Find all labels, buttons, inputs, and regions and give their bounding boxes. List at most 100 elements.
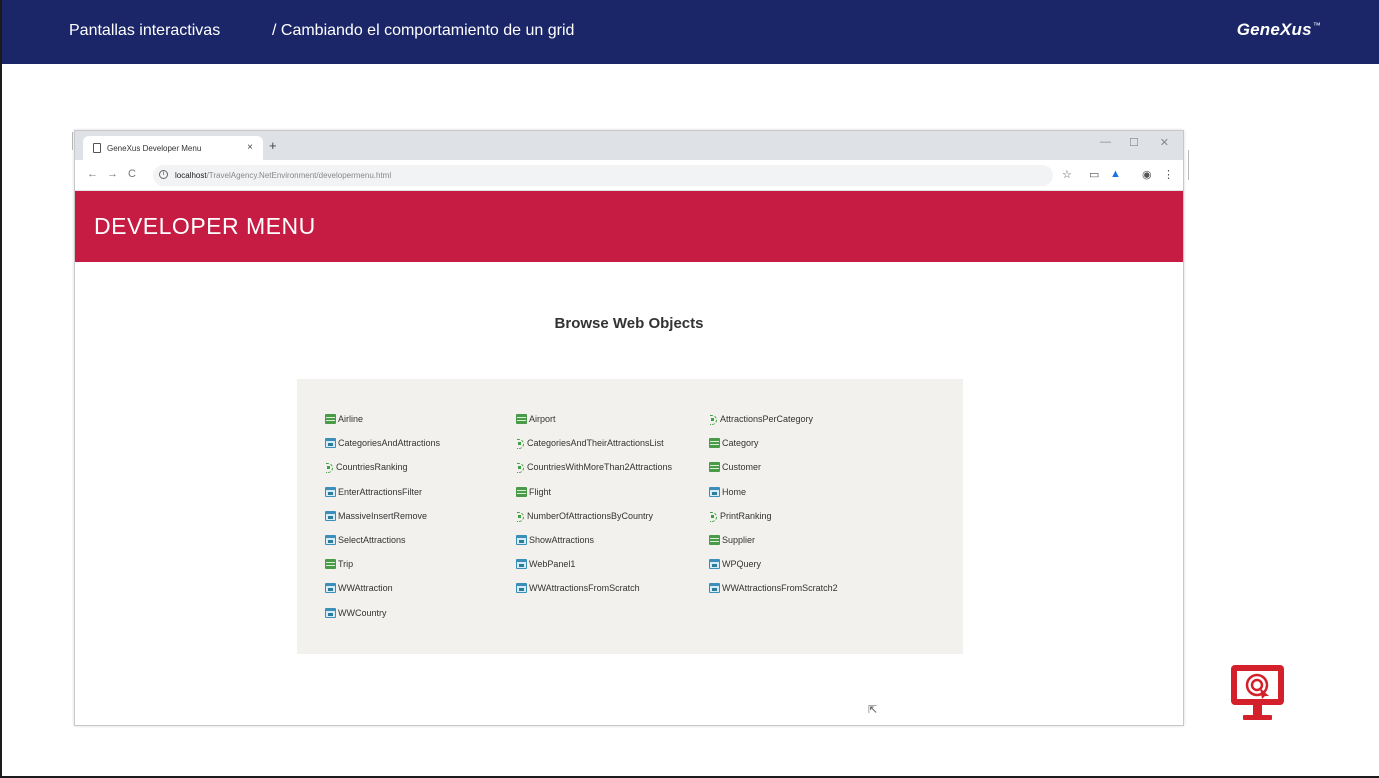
web-object-link[interactable]: Category xyxy=(709,438,759,452)
web-object-label: Supplier xyxy=(722,535,756,545)
menu-icon[interactable]: ⋮ xyxy=(1163,168,1174,181)
web-object-label: EnterAttractionsFilter xyxy=(338,486,423,497)
page-title: DEVELOPER MENU xyxy=(94,213,316,239)
web-object-label: WWAttractionsFromScratch xyxy=(529,583,640,594)
web-object-label: CategoriesAndAttractions xyxy=(338,438,441,449)
procedure-icon xyxy=(709,414,718,425)
mouse-cursor-icon: ⇱ xyxy=(868,704,878,716)
webpanel-icon xyxy=(709,559,720,570)
webpanel-icon xyxy=(325,607,336,618)
page-icon xyxy=(93,143,101,153)
web-object-label: AttractionsPerCategory xyxy=(720,414,814,424)
forward-icon[interactable]: → xyxy=(107,168,118,180)
webpanel-icon xyxy=(709,486,720,497)
web-object-link[interactable]: WWAttractionsFromScratch2 xyxy=(709,583,838,597)
web-object-label: Airline xyxy=(338,414,364,424)
toolbar: ← → C i localhost/TravelAgency.NetEnviro… xyxy=(75,160,1183,191)
interactive-screen-icon xyxy=(1231,665,1284,720)
web-object-link[interactable]: ShowAttractions xyxy=(516,535,594,549)
web-object-link[interactable]: Trip xyxy=(325,559,353,573)
web-object-link[interactable]: Supplier xyxy=(709,535,755,549)
transaction-icon xyxy=(516,486,527,497)
transaction-icon xyxy=(325,559,336,570)
web-object-link[interactable]: AttractionsPerCategory xyxy=(709,414,813,428)
webpanel-icon xyxy=(325,583,336,594)
web-object-link[interactable]: WPQuery xyxy=(709,559,761,573)
web-object-label: Home xyxy=(722,486,747,497)
slide-topic-title: / Cambiando el comportamiento de un grid xyxy=(272,22,575,39)
minimize-icon[interactable]: — xyxy=(1100,136,1111,148)
web-object-link[interactable]: Airline xyxy=(325,414,363,428)
url-host: localhost xyxy=(175,171,207,180)
web-object-link[interactable]: WebPanel1 xyxy=(516,559,575,573)
web-object-link[interactable]: Customer xyxy=(709,462,761,476)
slide: Pantallas interactivas / Cambiando el co… xyxy=(0,0,1379,778)
web-object-label: MassiveInsertRemove xyxy=(338,510,428,521)
web-object-link[interactable]: WWAttractionsFromScratch xyxy=(516,583,640,597)
web-object-link[interactable]: SelectAttractions xyxy=(325,535,406,549)
address-bar[interactable]: i localhost/TravelAgency.NetEnvironment/… xyxy=(153,165,1053,186)
web-object-label: WWCountry xyxy=(338,607,387,618)
bookmark-star-icon[interactable]: ☆ xyxy=(1062,168,1072,181)
maximize-icon[interactable]: ☐ xyxy=(1129,136,1139,149)
webpanel-icon xyxy=(325,486,336,497)
web-object-label: SelectAttractions xyxy=(338,535,406,545)
genexus-logo-text: GeneXus xyxy=(1236,20,1312,39)
new-tab-button[interactable]: + xyxy=(269,138,277,153)
transaction-icon xyxy=(516,414,527,424)
web-object-link[interactable]: CountriesRanking xyxy=(325,462,408,476)
web-object-link[interactable]: CategoriesAndAttractions xyxy=(325,438,440,452)
web-object-link[interactable]: MassiveInsertRemove xyxy=(325,510,428,525)
close-tab-icon[interactable]: × xyxy=(247,142,253,153)
web-object-link[interactable]: Airport xyxy=(516,414,556,428)
web-object-label: WWAttractionsFromScratch2 xyxy=(722,583,838,594)
procedure-icon xyxy=(516,511,525,522)
browser-tab[interactable]: GeneXus Developer Menu × xyxy=(83,136,263,160)
procedure-icon xyxy=(516,462,525,474)
web-object-link[interactable]: WWCountry xyxy=(325,607,387,622)
info-icon[interactable]: i xyxy=(159,170,168,179)
web-object-link[interactable]: Flight xyxy=(516,486,552,501)
web-object-link[interactable]: WWAttraction xyxy=(325,583,393,597)
web-object-label: CountriesWithMoreThan2Attractions xyxy=(527,462,673,473)
web-object-label: ShowAttractions xyxy=(529,535,595,545)
slide-header-bar: Pantallas interactivas / Cambiando el co… xyxy=(2,0,1379,64)
page-viewport: DEVELOPER MENU Browse Web Objects Airlin… xyxy=(75,191,1183,725)
web-object-link[interactable]: PrintRanking xyxy=(709,511,772,525)
transaction-icon xyxy=(709,438,720,449)
procedure-icon xyxy=(325,462,334,474)
slide-section-title: Pantallas interactivas xyxy=(69,22,221,39)
trademark-mark: ™ xyxy=(1312,21,1321,31)
web-object-label: CategoriesAndTheirAttractionsList xyxy=(527,438,664,449)
objects-panel: Airline Airport AttractionsPerCategory Cate… xyxy=(297,379,963,654)
webpanel-icon xyxy=(709,583,720,594)
webpanel-icon xyxy=(516,583,527,594)
web-object-label: WWAttraction xyxy=(338,583,393,594)
webpanel-icon xyxy=(516,559,527,570)
close-window-icon[interactable]: ✕ xyxy=(1160,136,1169,149)
back-icon[interactable]: ← xyxy=(87,168,98,180)
web-object-link[interactable]: NumberOfAttractionsByCountry xyxy=(516,511,653,525)
web-object-link[interactable]: EnterAttractionsFilter xyxy=(325,486,423,501)
developer-menu-header: DEVELOPER MENU xyxy=(75,191,1183,262)
cloud-extension-icon[interactable]: ▲ xyxy=(1110,168,1121,180)
cast-icon[interactable]: ▭ xyxy=(1089,168,1099,181)
url-path: /TravelAgency.NetEnvironment/developerme… xyxy=(206,171,392,180)
window-edge-mark xyxy=(72,132,73,150)
reload-icon[interactable]: C xyxy=(128,168,136,180)
web-object-link[interactable]: Home xyxy=(709,486,747,501)
web-object-label: WebPanel1 xyxy=(529,559,576,570)
tab-title: GeneXus Developer Menu xyxy=(107,144,202,153)
procedure-icon xyxy=(709,511,718,522)
web-object-link[interactable]: CountriesWithMoreThan2Attractions xyxy=(516,462,672,476)
web-object-link[interactable]: CategoriesAndTheirAttractionsList xyxy=(516,438,664,452)
browse-web-objects-title: Browse Web Objects xyxy=(554,315,704,332)
web-object-label: PrintRanking xyxy=(720,510,772,521)
procedure-icon xyxy=(516,438,525,450)
profile-icon[interactable]: ◉ xyxy=(1142,168,1152,181)
genexus-logo: GeneXus™ xyxy=(1237,20,1321,40)
web-object-label: WPQuery xyxy=(722,559,762,570)
web-object-label: Flight xyxy=(529,486,552,497)
web-object-label: Trip xyxy=(338,559,354,570)
web-object-label: Customer xyxy=(722,462,762,473)
